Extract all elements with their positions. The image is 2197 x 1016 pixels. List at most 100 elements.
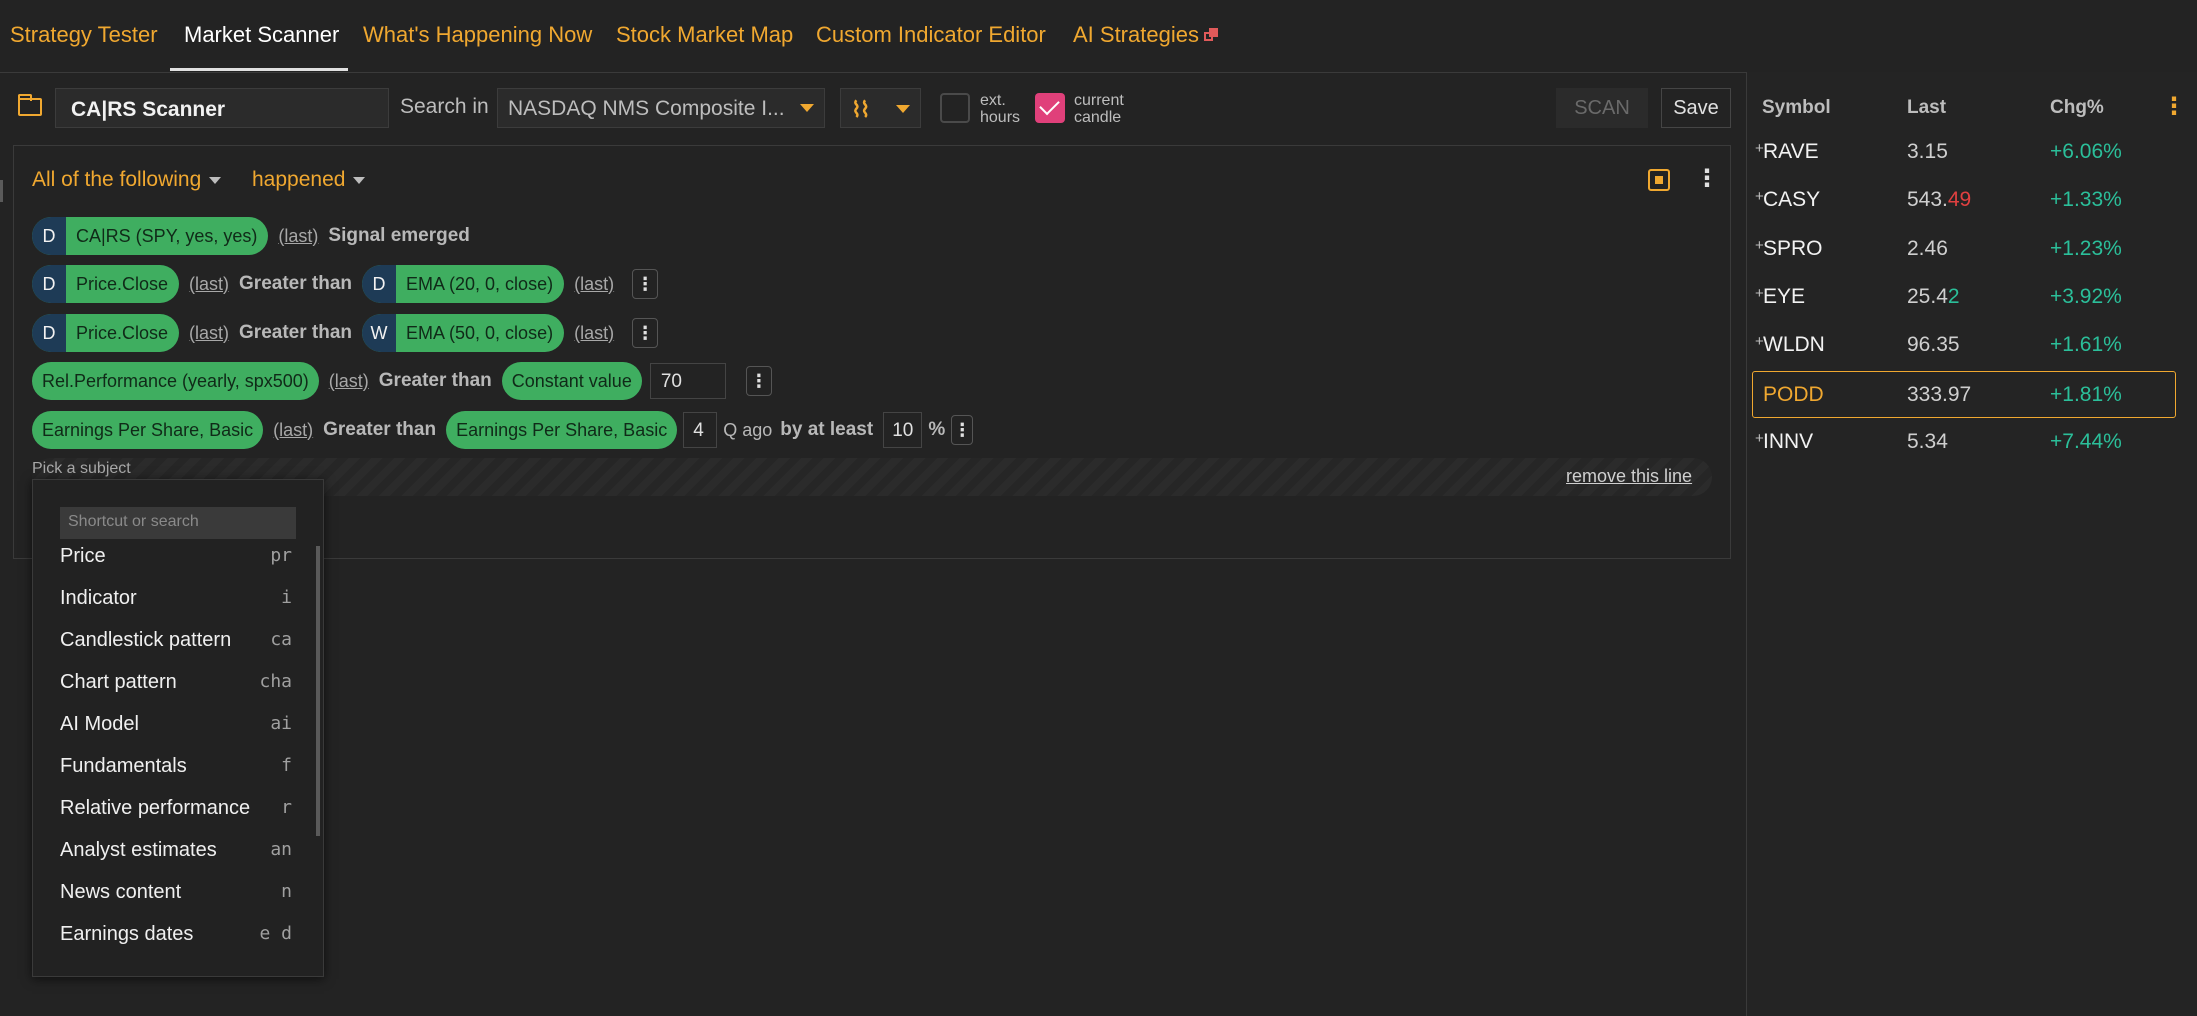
target-pill[interactable]: Constant value [501,362,642,400]
watchlist-chg: +3.92% [2050,285,2122,308]
scan-button[interactable]: SCAN [1556,88,1648,128]
watchlist-chg: +1.61% [2050,333,2122,356]
condition-row: D Price.Close (last) Greater than W EMA (5… [32,314,659,352]
ext-hours-checkbox[interactable] [940,93,970,123]
chip-icon[interactable] [1648,169,1670,191]
timeframe-badge[interactable]: D [362,265,397,303]
chevron-down-icon [353,176,366,184]
dropdown-item-indicator[interactable]: Indicator i [60,578,292,618]
left-edge-handle[interactable] [0,180,3,202]
row-menu-button[interactable]: ⋮ [951,415,974,445]
watchlist-row-selected[interactable]: PODD 333.97 +1.81% [1752,371,2176,418]
dropdown-item-shortcut: ai [270,713,292,734]
watchlist-row[interactable]: + RAVE 3.15 +6.06% [1752,130,2176,174]
tab-ai-strategies[interactable]: AI Strategies [1073,22,1218,48]
timeframe-badge[interactable]: D [32,314,66,352]
timeframe-badge[interactable]: D [32,217,66,255]
dropdown-item-news-content[interactable]: News content n [60,872,292,912]
target-pill[interactable]: Earnings Per Share, Basic [446,411,678,449]
tab-market-scanner[interactable]: Market Scanner [184,22,339,48]
condition-row: Earnings Per Share, Basic (last) Greater… [32,411,974,449]
dropdown-item-price[interactable]: Price pr [60,536,292,576]
percent-label: % [928,419,946,440]
operator-text[interactable]: Greater than [379,370,492,392]
current-candle-checkbox[interactable] [1035,93,1065,123]
save-button[interactable]: Save [1661,88,1731,128]
kebab-menu-icon[interactable]: ⋮ [2162,92,2186,121]
dropdown-item-relative-performance[interactable]: Relative performance r [60,788,292,828]
watchlist-row[interactable]: + EYE 25.42 +3.92% [1752,275,2176,319]
operator-text[interactable]: Signal emerged [328,225,470,247]
subject-search-input[interactable]: Shortcut or search [60,507,296,539]
dropdown-item-earnings-dates[interactable]: Earnings dates e d [60,914,292,954]
dropdown-item-fundamentals[interactable]: Fundamentals f [60,746,292,786]
subject-pill[interactable]: Rel.Performance (yearly, spx500) [32,362,319,400]
watchlist-row[interactable]: + INNV 5.34 +7.44% [1752,420,2176,464]
operator-text[interactable]: Greater than [323,419,436,441]
market-select[interactable]: NASDAQ NMS Composite I... [497,88,825,128]
tab-whats-happening-now[interactable]: What's Happening Now [363,22,592,48]
dropdown-item-label: News content [60,881,182,903]
dropdown-scrollbar[interactable] [316,546,320,836]
column-header-chg[interactable]: Chg% [2050,97,2104,119]
watchlist-row[interactable]: + WLDN 96.35 +1.61% [1752,323,2176,367]
current-candle-label: current candle [1074,92,1124,126]
dropdown-item-label: Chart pattern [60,671,177,693]
interval-select[interactable]: ⌇⌇ [840,88,921,128]
subject-pill[interactable]: D Price.Close [32,314,180,352]
dropdown-item-ai-model[interactable]: AI Model ai [60,704,292,744]
subject-text: CA|RS (SPY, yes, yes) [76,225,258,246]
operator-text[interactable]: Greater than [239,273,352,295]
watchlist-row[interactable]: + SPRO 2.46 +1.23% [1752,227,2176,271]
last-link[interactable]: (last) [189,274,229,295]
dropdown-item-candlestick-pattern[interactable]: Candlestick pattern ca [60,620,292,660]
subject-text: Earnings Per Share, Basic [42,419,254,440]
folder-icon[interactable] [18,94,42,116]
last-link[interactable]: (last) [574,274,614,295]
dropdown-item-label: Fundamentals [60,755,187,777]
target-text: EMA (50, 0, close) [406,322,554,343]
by-at-least-label: by at least [780,419,874,440]
row-menu-button[interactable]: ⋮ [632,318,659,348]
tab-stock-market-map[interactable]: Stock Market Map [616,22,793,48]
last-link[interactable]: (last) [278,226,318,247]
tab-custom-indicator-editor[interactable]: Custom Indicator Editor [816,22,1046,48]
operator-text[interactable]: Greater than [239,322,352,344]
timeframe-badge[interactable]: D [32,265,66,303]
row-menu-button[interactable]: ⋮ [745,366,772,396]
target-text: EMA (20, 0, close) [406,273,554,294]
row-menu-button[interactable]: ⋮ [632,269,659,299]
event-mode-dropdown[interactable]: happened [252,168,366,192]
tab-strategy-tester[interactable]: Strategy Tester [10,22,158,48]
last-link[interactable]: (last) [574,323,614,344]
dropdown-item-label: Earnings dates [60,923,194,945]
event-mode-value: happened [252,168,346,191]
remove-line-link[interactable]: remove this line [1566,466,1692,487]
quarters-ago-input[interactable]: 4 [683,412,718,448]
subject-text: Price.Close [76,273,169,294]
target-pill[interactable]: W EMA (50, 0, close) [362,314,565,352]
chevron-down-icon [800,104,814,112]
market-select-value: NASDAQ NMS Composite I... [508,97,785,120]
percent-input[interactable]: 10 [883,412,923,448]
watchlist-last: 3.15 [1907,140,1948,164]
last-link[interactable]: (last) [273,420,313,441]
target-pill[interactable]: D EMA (20, 0, close) [362,265,565,303]
dropdown-item-chart-pattern[interactable]: Chart pattern cha [60,662,292,702]
chevron-down-icon [896,105,910,113]
last-link[interactable]: (last) [189,323,229,344]
constant-value-input[interactable]: 70 [649,363,726,399]
timeframe-badge[interactable]: W [362,314,397,352]
subject-pill[interactable]: Earnings Per Share, Basic [32,411,264,449]
match-mode-dropdown[interactable]: All of the following [32,168,222,192]
subject-pill[interactable]: D CA|RS (SPY, yes, yes) [32,217,269,255]
watchlist-row[interactable]: + CASY 543.49 +1.33% [1752,178,2176,222]
subject-pill[interactable]: D Price.Close [32,265,180,303]
dropdown-item-analyst-estimates[interactable]: Analyst estimates an [60,830,292,870]
dropdown-item-shortcut: pr [270,545,292,566]
last-link[interactable]: (last) [329,371,369,392]
column-header-symbol[interactable]: Symbol [1762,97,1831,119]
column-header-last[interactable]: Last [1907,97,1946,119]
scanner-name-input[interactable]: CA|RS Scanner [55,88,389,128]
kebab-menu-icon[interactable]: ⋮ [1695,164,1719,193]
